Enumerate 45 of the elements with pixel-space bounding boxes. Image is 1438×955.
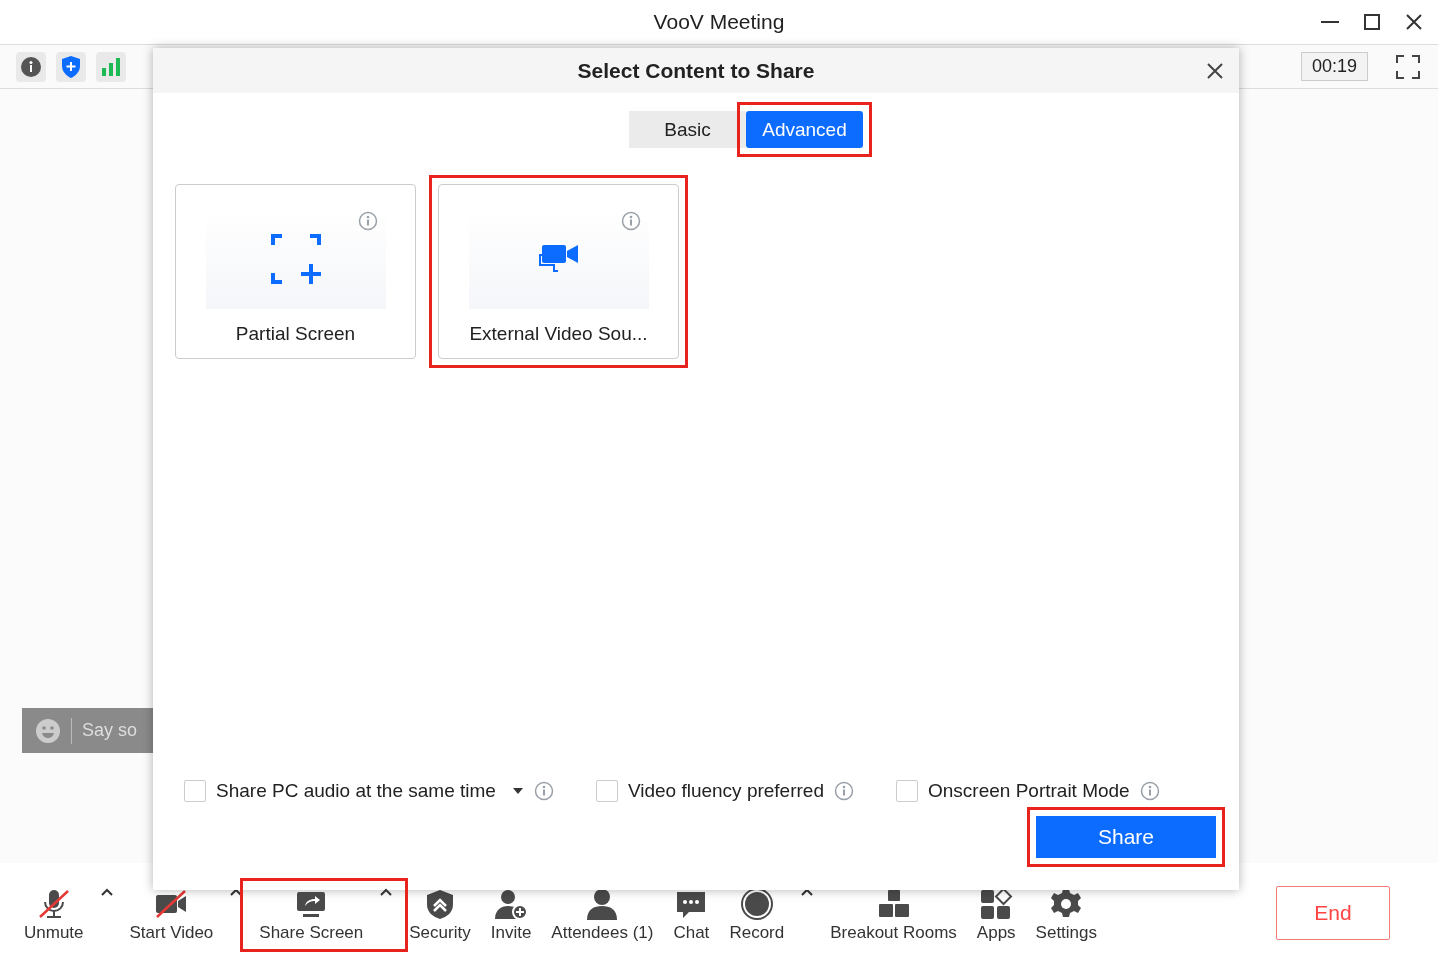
checkbox[interactable] <box>595 780 618 802</box>
toolbar-button[interactable]: Apps <box>966 887 1026 943</box>
selection-plus-icon <box>269 233 322 285</box>
caret-icon[interactable] <box>99 887 114 897</box>
info-icon <box>20 55 42 78</box>
checkbox-label: Video fluency preferred <box>627 780 824 802</box>
card-label: External Video Sou... <box>469 323 648 345</box>
checkbox[interactable] <box>184 780 206 802</box>
record-icon <box>738 887 775 921</box>
dropdown-caret-icon[interactable] <box>511 787 524 795</box>
info-icon[interactable] <box>533 781 554 801</box>
window-title: VooV Meeting <box>653 10 785 34</box>
share-option-card[interactable]: External Video Sou... <box>438 184 679 359</box>
toolbar-button[interactable]: Breakout Rooms <box>820 887 967 943</box>
apps-icon <box>978 887 1015 921</box>
checkbox-label: Share PC audio at the same time <box>216 780 496 802</box>
signal-icon <box>100 56 122 77</box>
info-icon[interactable] <box>358 211 378 231</box>
close-icon[interactable] <box>1205 61 1225 81</box>
meeting-timer: 00:19 <box>1300 52 1368 81</box>
checkbox[interactable] <box>896 780 918 802</box>
dialog-title: Select Content to Share <box>577 58 815 83</box>
chat-input-field[interactable]: Say so <box>82 720 142 741</box>
share-button[interactable]: Share <box>1036 816 1216 858</box>
share-option-card[interactable]: Partial Screen <box>175 184 416 359</box>
card-label: Partial Screen <box>235 323 356 345</box>
toolbar-button[interactable]: Start Video <box>119 887 224 943</box>
shield-icon <box>60 54 82 79</box>
toolbar-button[interactable]: Chat <box>663 887 720 943</box>
toolbar-button[interactable]: Share Screen <box>249 887 374 943</box>
tab[interactable]: Basic <box>629 111 746 148</box>
camera-icon <box>537 243 580 275</box>
toolbar-button[interactable]: Unmute <box>14 887 94 943</box>
info-icon[interactable] <box>1139 781 1160 801</box>
caret-icon[interactable] <box>800 887 815 897</box>
info-icon[interactable] <box>621 211 641 231</box>
tab[interactable]: Advanced <box>746 111 863 148</box>
info-icon[interactable] <box>834 781 854 801</box>
toolbar-button[interactable]: Attendees (1) <box>541 887 664 943</box>
security-shield-button[interactable] <box>56 51 86 82</box>
caret-icon[interactable] <box>379 887 394 897</box>
fullscreen-icon[interactable] <box>1394 52 1422 81</box>
toolbar-button[interactable]: Record <box>719 887 795 943</box>
info-button[interactable] <box>16 51 46 82</box>
checkbox-label: Onscreen Portrait Mode <box>928 780 1130 802</box>
